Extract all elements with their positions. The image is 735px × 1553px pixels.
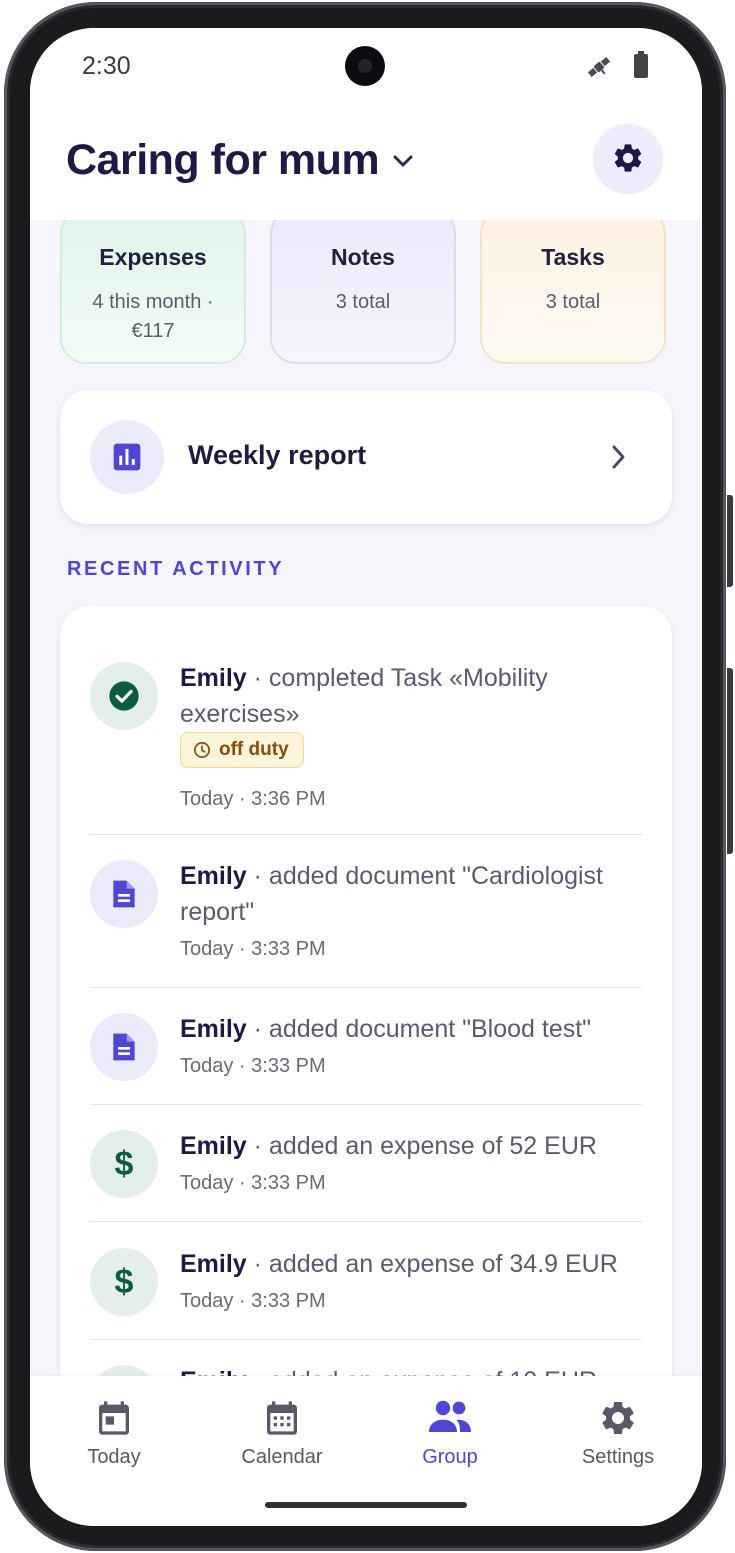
nav-item-group[interactable]: Group — [366, 1398, 534, 1469]
home-indicator[interactable] — [265, 1502, 467, 1508]
chevron-right-icon — [612, 445, 625, 469]
activity-time: Today · 3:36 PM — [180, 788, 326, 810]
activity-icon-badge: $ — [90, 1365, 158, 1376]
activity-item[interactable]: Emily · completed Task «Mobility exercis… — [90, 660, 642, 820]
chevron-down-icon[interactable] — [392, 153, 414, 169]
bar-chart-icon — [113, 443, 141, 471]
nav-label: Calendar — [241, 1446, 323, 1468]
nav-label: Today — [87, 1446, 141, 1468]
activity-text: Emily · completed Task «Mobility exercis… — [180, 660, 640, 732]
battery-icon — [634, 51, 648, 78]
activity-action: · added document "Blood test" — [246, 1015, 592, 1043]
activity-text: Emily · added document "Blood test" — [180, 1011, 640, 1047]
status-badge: off duty — [180, 732, 304, 768]
gear-icon — [614, 144, 642, 172]
activity-list: Emily · completed Task «Mobility exercis… — [60, 606, 672, 1376]
stat-card-tasks[interactable]: Tasks 3 total — [480, 220, 666, 364]
status-time: 2:30 — [82, 52, 131, 80]
activity-item[interactable]: Emily · added document "Cardiologist rep… — [90, 858, 642, 968]
report-icon-badge — [90, 420, 164, 494]
activity-icon-badge: $ — [90, 1248, 158, 1316]
scroll-content[interactable]: Expenses 4 this month · €117 Notes 3 tot… — [30, 220, 702, 1376]
activity-item[interactable]: $ Emily · added an expense of 34.9 EUR T… — [90, 1246, 642, 1316]
stat-card-notes[interactable]: Notes 3 total — [270, 220, 456, 364]
badge-label: off duty — [219, 739, 289, 760]
activity-user: Emily — [180, 1132, 247, 1160]
front-camera — [345, 46, 385, 86]
app-screen: 2:30 Caring for mum Expenses 4 this mont… — [30, 28, 702, 1526]
activity-time: Today · 3:33 PM — [180, 1172, 326, 1194]
stat-subtitle: 3 total — [545, 291, 601, 313]
calendar-month-icon — [267, 1401, 297, 1435]
recent-activity-heading: RECENT ACTIVITY — [67, 558, 285, 580]
nav-label: Settings — [581, 1446, 655, 1468]
activity-text: Emily · added document "Cardiologist rep… — [180, 858, 640, 930]
activity-user: Emily — [180, 1015, 247, 1043]
document-icon — [113, 880, 135, 908]
group-icon — [429, 1400, 471, 1432]
document-icon — [113, 1033, 135, 1061]
activity-text: Emily · added an expense of 52 EUR — [180, 1128, 640, 1164]
activity-action: · added an expense of 52 EUR — [246, 1132, 597, 1160]
divider — [90, 987, 642, 988]
stat-title: Tasks — [541, 244, 605, 270]
power-button — [727, 668, 733, 854]
nav-label: Group — [422, 1446, 478, 1468]
volume-button — [727, 495, 733, 587]
activity-time: Today · 3:33 PM — [180, 1055, 326, 1077]
weekly-report-label: Weekly report — [188, 440, 367, 470]
dollar-icon: $ — [114, 1262, 134, 1301]
nav-item-today[interactable]: Today — [30, 1398, 198, 1469]
status-bar: 2:30 — [30, 28, 702, 108]
activity-item[interactable]: $ Emily · added an expense of 52 EUR Tod… — [90, 1128, 642, 1198]
activity-time: Today · 3:33 PM — [180, 938, 326, 960]
activity-user: Emily — [180, 1250, 247, 1278]
stat-title: Expenses — [99, 244, 207, 270]
check-circle-icon — [109, 681, 139, 711]
activity-icon-badge — [90, 860, 158, 928]
weekly-report-card[interactable]: Weekly report — [60, 390, 672, 524]
group-title[interactable]: Caring for mum — [66, 136, 380, 185]
activity-icon-badge — [90, 1013, 158, 1081]
activity-action: · added an expense of 34.9 EUR — [246, 1250, 618, 1278]
clock-icon — [194, 742, 210, 758]
divider — [90, 1104, 642, 1105]
stat-title: Notes — [331, 244, 395, 270]
nav-item-calendar[interactable]: Calendar — [198, 1398, 366, 1469]
divider — [90, 1339, 642, 1340]
stat-subtitle: 4 this month · €117 — [92, 291, 214, 342]
divider — [90, 834, 642, 835]
satellite-icon — [587, 56, 611, 78]
stat-subtitle: 3 total — [335, 291, 391, 313]
gear-icon — [602, 1402, 634, 1434]
activity-time: Today · 3:33 PM — [180, 1290, 326, 1312]
app-header: Caring for mum — [30, 108, 702, 220]
calendar-today-icon — [99, 1401, 129, 1435]
activity-item[interactable]: Emily · added document "Blood test" Toda… — [90, 1011, 642, 1081]
nav-item-settings[interactable]: Settings — [534, 1398, 702, 1469]
group-settings-button[interactable] — [594, 124, 662, 192]
activity-action: · added an expense of 10 EUR — [247, 1367, 597, 1376]
activity-text: Emily · added an expense of 10 EUR — [180, 1363, 640, 1376]
activity-icon-badge — [90, 662, 158, 730]
activity-text: Emily · added an expense of 34.9 EUR — [180, 1246, 640, 1282]
divider — [90, 1221, 642, 1222]
stat-card-expenses[interactable]: Expenses 4 this month · €117 — [60, 220, 246, 364]
activity-user: Emily — [180, 1367, 247, 1376]
activity-user: Emily — [180, 664, 247, 692]
dollar-icon: $ — [114, 1144, 134, 1183]
activity-item[interactable]: $ Emily · added an expense of 10 EUR — [90, 1363, 642, 1376]
activity-user: Emily — [180, 862, 247, 890]
activity-icon-badge: $ — [90, 1130, 158, 1198]
